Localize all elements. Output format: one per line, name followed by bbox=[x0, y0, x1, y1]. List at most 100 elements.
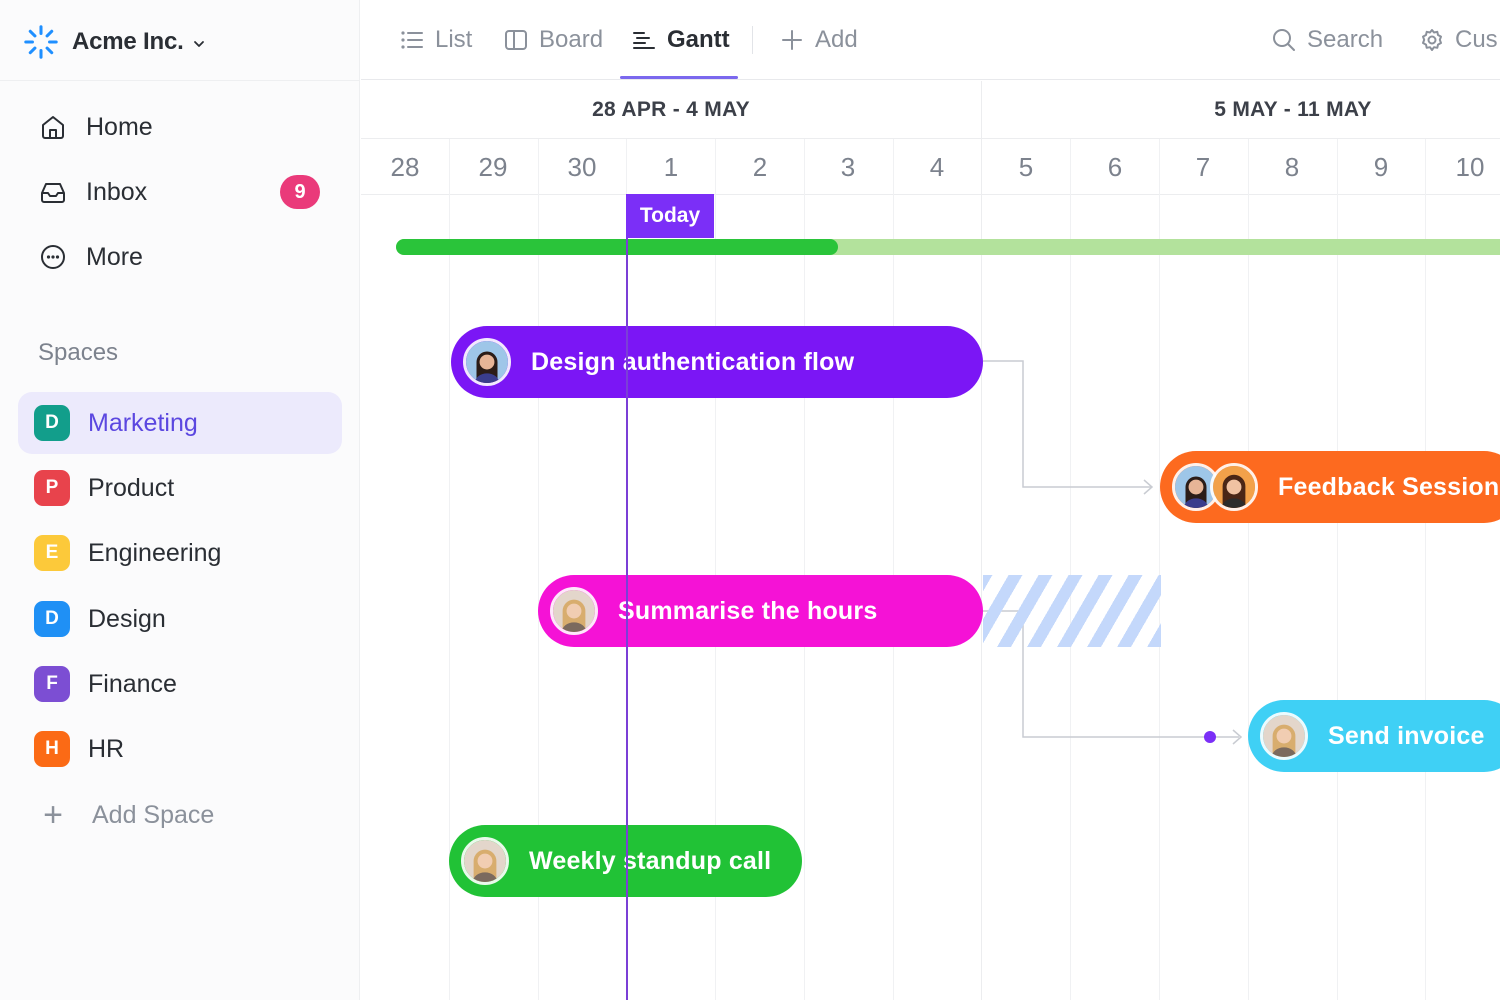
list-icon bbox=[401, 31, 423, 49]
sidebar-item-label: More bbox=[86, 242, 143, 271]
task-bar-send-invoice[interactable]: Send invoice bbox=[1248, 700, 1500, 772]
inbox-count-badge: 9 bbox=[280, 175, 320, 209]
week-label: 5 MAY - 11 MAY bbox=[1214, 98, 1372, 121]
tab-label: Board bbox=[539, 26, 604, 53]
tab-label: Gantt bbox=[667, 26, 730, 53]
avatar bbox=[1260, 712, 1308, 760]
avatar-woman-blonde-icon bbox=[553, 590, 595, 632]
avatar-group bbox=[1172, 463, 1258, 511]
project-progress-fill bbox=[396, 239, 838, 255]
grid-line bbox=[893, 139, 894, 1000]
space-item-marketing[interactable]: D Marketing bbox=[18, 392, 342, 454]
task-title: Design authentication flow bbox=[531, 347, 855, 376]
slack-time-hatch bbox=[983, 575, 1161, 647]
workspace-switcher[interactable]: Acme Inc. bbox=[22, 22, 206, 62]
avatar bbox=[463, 338, 511, 386]
task-title: Summarise the hours bbox=[618, 596, 878, 625]
search-button[interactable]: Search bbox=[1271, 0, 1383, 80]
today-marker-line bbox=[626, 195, 628, 1000]
sidebar-item-home[interactable]: Home bbox=[20, 99, 340, 155]
add-space-label: Add Space bbox=[92, 800, 215, 829]
grid-line bbox=[1337, 139, 1338, 1000]
week-header-row: 28 APR - 4 MAY 5 MAY - 11 MAY bbox=[361, 81, 1500, 139]
sidebar-divider bbox=[0, 80, 360, 81]
space-label: HR bbox=[88, 734, 125, 763]
plus-icon: + bbox=[43, 796, 63, 834]
customize-button[interactable]: Cus bbox=[1419, 0, 1498, 80]
grid-line bbox=[1248, 139, 1249, 1000]
add-view-button[interactable]: Add bbox=[779, 0, 858, 80]
tab-board[interactable]: Board bbox=[503, 0, 603, 80]
day-label: 6 bbox=[1107, 151, 1123, 182]
home-icon bbox=[42, 116, 64, 139]
tab-label: List bbox=[435, 26, 473, 53]
space-item-engineering[interactable]: E Engineering bbox=[18, 522, 342, 584]
day-header-row: 28 29 30 1 2 3 4 5 6 7 8 9 10 bbox=[361, 139, 1500, 195]
gantt-chart: 28 APR - 4 MAY 5 MAY - 11 MAY 28 29 30 1… bbox=[361, 81, 1500, 1000]
sidebar-item-more[interactable]: More bbox=[20, 229, 340, 285]
view-toolbar: List Board Gantt Add Search Cus bbox=[361, 0, 1500, 80]
day-label: 1 bbox=[663, 151, 679, 182]
chevron-down-icon bbox=[193, 41, 204, 47]
add-space-button[interactable]: + Add Space bbox=[38, 790, 214, 840]
day-label: 28 bbox=[390, 151, 420, 182]
space-item-product[interactable]: P Product bbox=[18, 457, 342, 519]
day-label: 2 bbox=[752, 151, 768, 182]
grid-line bbox=[1159, 139, 1160, 1000]
sidebar-item-label: Home bbox=[86, 112, 153, 141]
avatar bbox=[1210, 463, 1258, 511]
space-icon: E bbox=[34, 535, 70, 571]
task-title: Feedback Session bbox=[1278, 472, 1500, 501]
day-label: 3 bbox=[840, 151, 856, 182]
grid-line bbox=[1070, 139, 1071, 1000]
week-label: 28 APR - 4 MAY bbox=[592, 98, 750, 121]
workspace-name: Acme Inc. bbox=[72, 28, 184, 55]
day-label: 10 bbox=[1455, 151, 1485, 182]
avatar-woman-dark-hair-icon bbox=[466, 341, 508, 383]
task-bar-design-authentication-flow[interactable]: Design authentication flow bbox=[451, 326, 983, 398]
space-label: Design bbox=[88, 604, 166, 633]
day-label: 9 bbox=[1373, 151, 1389, 182]
task-bar-feedback-session[interactable]: Feedback Session bbox=[1160, 451, 1500, 523]
avatar bbox=[461, 837, 509, 885]
space-item-hr[interactable]: H HR bbox=[18, 718, 342, 780]
dependency-dot bbox=[1204, 731, 1216, 743]
day-label: 8 bbox=[1284, 151, 1300, 182]
avatar bbox=[550, 587, 598, 635]
plus-icon bbox=[782, 30, 802, 50]
task-bar-summarise-the-hours[interactable]: Summarise the hours bbox=[538, 575, 983, 647]
sidebar-item-label: Inbox bbox=[86, 177, 148, 206]
space-label: Marketing bbox=[88, 408, 198, 437]
tab-gantt[interactable]: Gantt bbox=[631, 0, 730, 80]
day-label: 30 bbox=[567, 151, 597, 182]
tab-list[interactable]: List bbox=[399, 0, 472, 80]
more-icon bbox=[41, 245, 65, 269]
day-label: 5 bbox=[1018, 151, 1034, 182]
avatar-woman-blonde-icon bbox=[1263, 715, 1305, 757]
space-icon: P bbox=[34, 470, 70, 506]
task-title: Weekly standup call bbox=[529, 846, 772, 875]
today-marker-label: Today bbox=[626, 194, 714, 238]
search-label: Search bbox=[1307, 26, 1384, 53]
avatar-woman-brown-hair-icon bbox=[1213, 466, 1255, 508]
workspace-logo-icon bbox=[24, 25, 58, 59]
inbox-icon bbox=[41, 183, 65, 203]
space-item-design[interactable]: D Design bbox=[18, 588, 342, 650]
toolbar-divider bbox=[752, 26, 753, 54]
grid-line bbox=[804, 139, 805, 1000]
space-label: Product bbox=[88, 473, 175, 502]
active-tab-indicator bbox=[620, 76, 738, 79]
sidebar-item-inbox[interactable]: Inbox 9 bbox=[20, 164, 340, 220]
board-icon bbox=[505, 30, 527, 50]
space-label: Engineering bbox=[88, 538, 222, 567]
avatar-woman-blonde-icon bbox=[464, 840, 506, 882]
space-icon: H bbox=[34, 731, 70, 767]
add-view-label: Add bbox=[815, 26, 858, 53]
day-label: 7 bbox=[1195, 151, 1211, 182]
space-label: Finance bbox=[88, 669, 177, 698]
search-icon bbox=[1273, 29, 1295, 51]
day-label: 4 bbox=[929, 151, 945, 182]
space-item-finance[interactable]: F Finance bbox=[18, 653, 342, 715]
spaces-heading: Spaces bbox=[38, 339, 119, 366]
day-label: 29 bbox=[478, 151, 508, 182]
